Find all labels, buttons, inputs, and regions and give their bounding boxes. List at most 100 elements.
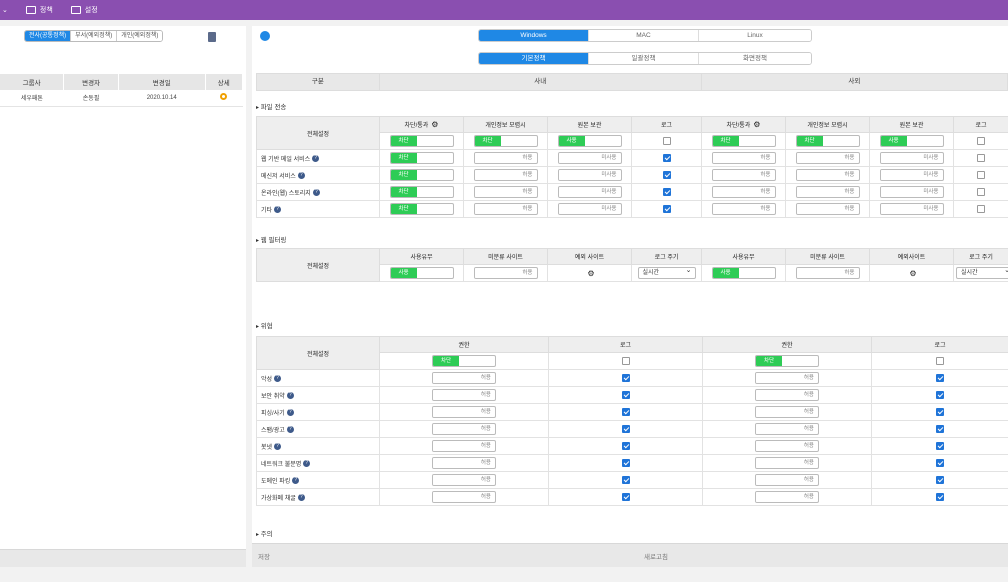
search-icon[interactable]	[220, 93, 228, 101]
export-file-icon[interactable]	[208, 32, 216, 42]
threat-log-checkbox[interactable]	[621, 408, 630, 416]
tab-company-policy[interactable]: 전사(공통정책)	[25, 31, 72, 41]
block-toggle[interactable]: 차단	[389, 152, 454, 164]
help-icon[interactable]: ?	[297, 172, 305, 180]
threat-log-checkbox[interactable]	[621, 493, 630, 501]
web-use-toggle-out[interactable]: 사용	[711, 267, 776, 279]
threat-log-checkbox-out[interactable]	[936, 408, 944, 416]
help-icon[interactable]: ?	[303, 460, 311, 468]
tab-batch-policy[interactable]: 일괄정책	[589, 53, 699, 64]
log-checkbox[interactable]	[662, 154, 671, 162]
section-web-filtering[interactable]: 웹 필터링	[256, 234, 287, 244]
all-block-toggle[interactable]: 차단	[389, 135, 454, 147]
pi-toggle[interactable]: 허용	[473, 203, 538, 215]
refresh-icon[interactable]	[260, 31, 270, 41]
threat-perm-toggle[interactable]: 허용	[432, 389, 496, 401]
menu-settings[interactable]: 설정	[70, 5, 98, 15]
block-toggle-out[interactable]: 허용	[711, 203, 776, 215]
help-icon[interactable]: ?	[312, 155, 320, 163]
help-icon[interactable]: ?	[312, 189, 320, 197]
threat-log-checkbox[interactable]	[621, 442, 630, 450]
help-icon[interactable]: ?	[274, 375, 282, 383]
threat-all-log-checkbox[interactable]	[621, 357, 630, 365]
help-icon[interactable]: ?	[286, 392, 294, 400]
section-threat[interactable]: 위협	[256, 320, 273, 330]
orig-toggle[interactable]: 미사용	[557, 169, 622, 181]
threat-perm-toggle-out[interactable]: 허용	[755, 491, 819, 503]
gear-icon[interactable]: ⚙	[587, 269, 594, 278]
block-toggle-out[interactable]: 허용	[711, 186, 776, 198]
all-pi-toggle[interactable]: 차단	[473, 135, 538, 147]
all-block-toggle-out[interactable]: 차단	[711, 135, 776, 147]
gear-icon[interactable]: ⚙	[431, 120, 438, 129]
all-orig-toggle-out[interactable]: 사용	[879, 135, 944, 147]
threat-log-checkbox[interactable]	[621, 476, 630, 484]
menu-policy[interactable]: 정책	[25, 5, 53, 15]
log-checkbox[interactable]	[662, 171, 671, 179]
orig-toggle[interactable]: 미사용	[557, 152, 622, 164]
orig-toggle[interactable]: 미사용	[557, 203, 622, 215]
tab-basic-policy[interactable]: 기본정책	[479, 53, 589, 64]
uncategorized-toggle-out[interactable]: 허용	[795, 267, 860, 279]
threat-perm-toggle[interactable]: 허용	[432, 440, 496, 452]
gear-icon[interactable]: ⚙	[909, 269, 916, 278]
gear-icon[interactable]: ⚙	[753, 120, 760, 129]
tab-personal-policy[interactable]: 개인(예외정책)	[117, 31, 163, 41]
threat-log-checkbox-out[interactable]	[936, 459, 944, 467]
table-row[interactable]: 세우패톤 손동필 2020.10.14	[0, 90, 243, 107]
log-checkbox[interactable]	[662, 188, 671, 196]
log-cycle-select-out[interactable]: 실시간	[956, 266, 1008, 279]
pi-toggle[interactable]: 허용	[473, 152, 538, 164]
help-icon[interactable]: ?	[286, 426, 294, 434]
threat-perm-toggle[interactable]: 허용	[432, 423, 496, 435]
all-log-checkbox-out[interactable]	[977, 137, 985, 145]
uncategorized-toggle[interactable]: 허용	[473, 267, 538, 279]
help-icon[interactable]: ?	[274, 206, 282, 214]
threat-log-checkbox-out[interactable]	[936, 493, 944, 501]
threat-perm-toggle-out[interactable]: 허용	[755, 406, 819, 418]
threat-perm-toggle-out[interactable]: 허용	[755, 457, 819, 469]
threat-log-checkbox-out[interactable]	[936, 391, 944, 399]
orig-toggle-out[interactable]: 미사용	[879, 169, 944, 181]
threat-log-checkbox-out[interactable]	[936, 442, 944, 450]
threat-perm-toggle[interactable]: 허용	[432, 491, 496, 503]
threat-log-checkbox[interactable]	[621, 425, 630, 433]
pi-toggle-out[interactable]: 허용	[795, 203, 860, 215]
log-checkbox[interactable]	[662, 205, 671, 213]
block-toggle-out[interactable]: 허용	[711, 169, 776, 181]
threat-log-checkbox[interactable]	[621, 459, 630, 467]
tab-windows[interactable]: Windows	[479, 30, 589, 41]
log-checkbox-out[interactable]	[977, 154, 985, 162]
tab-linux[interactable]: Linux	[699, 30, 811, 41]
tab-department-policy[interactable]: 부서(예외정책)	[71, 31, 118, 41]
section-file-transfer[interactable]: 파일 전송	[256, 101, 287, 111]
threat-log-checkbox[interactable]	[621, 374, 630, 382]
threat-perm-toggle-out[interactable]: 허용	[755, 389, 819, 401]
log-checkbox-out[interactable]	[977, 171, 985, 179]
threat-perm-toggle[interactable]: 허용	[432, 406, 496, 418]
threat-perm-toggle[interactable]: 허용	[432, 372, 496, 384]
log-cycle-select[interactable]: 실시간	[637, 266, 696, 279]
threat-perm-toggle-out[interactable]: 허용	[755, 423, 819, 435]
pi-toggle[interactable]: 허용	[473, 186, 538, 198]
tab-mac[interactable]: MAC	[589, 30, 699, 41]
threat-perm-toggle-out[interactable]: 허용	[755, 474, 819, 486]
save-button[interactable]: 저장	[258, 551, 270, 561]
help-icon[interactable]: ?	[297, 494, 305, 502]
all-pi-toggle-out[interactable]: 차단	[795, 135, 860, 147]
threat-perm-toggle[interactable]: 허용	[432, 474, 496, 486]
threat-log-checkbox-out[interactable]	[936, 476, 944, 484]
block-toggle-out[interactable]: 허용	[711, 152, 776, 164]
threat-all-toggle-out[interactable]: 차단	[755, 355, 819, 367]
web-use-toggle[interactable]: 사용	[389, 267, 454, 279]
all-orig-toggle[interactable]: 사용	[557, 135, 622, 147]
threat-perm-toggle-out[interactable]: 허용	[755, 372, 819, 384]
threat-perm-toggle[interactable]: 허용	[432, 457, 496, 469]
threat-log-checkbox[interactable]	[621, 391, 630, 399]
pi-toggle-out[interactable]: 허용	[795, 186, 860, 198]
block-toggle[interactable]: 차단	[389, 186, 454, 198]
threat-log-checkbox-out[interactable]	[936, 425, 944, 433]
orig-toggle-out[interactable]: 미사용	[879, 186, 944, 198]
help-icon[interactable]: ?	[286, 409, 294, 417]
orig-toggle[interactable]: 미사용	[557, 186, 622, 198]
